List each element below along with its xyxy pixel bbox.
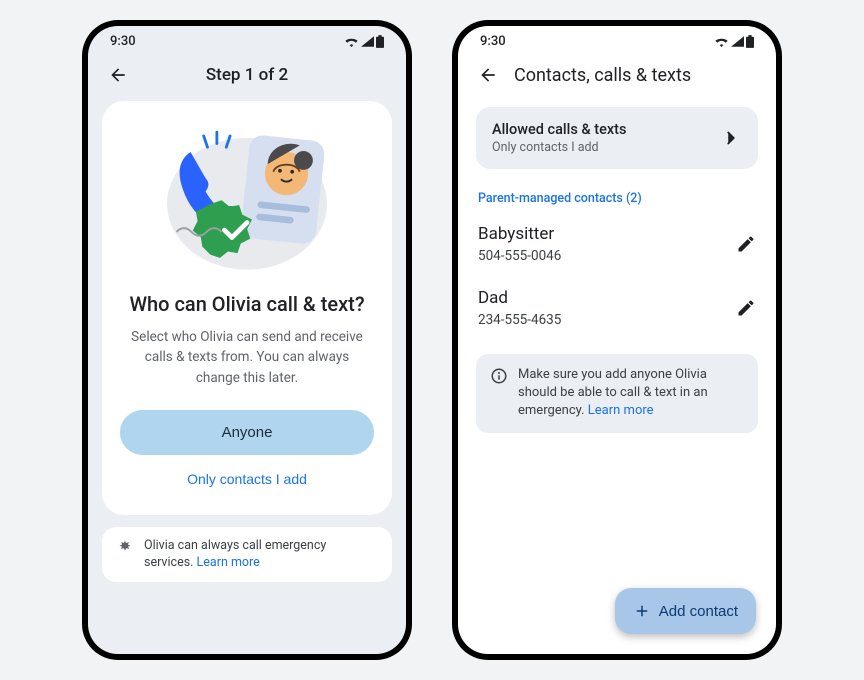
plus-icon — [633, 602, 651, 620]
emergency-info-box: Make sure you add anyone Olivia should b… — [476, 354, 758, 433]
cell-signal-icon — [731, 36, 744, 47]
allowed-calls-row[interactable]: Allowed calls & texts Only contacts I ad… — [476, 107, 758, 169]
status-time: 9:30 — [480, 34, 506, 49]
wifi-icon — [344, 36, 359, 47]
contact-phone: 234-555-4635 — [478, 312, 736, 328]
chevron-right-icon — [720, 127, 742, 149]
allowed-calls-text: Allowed calls & texts Only contacts I ad… — [492, 121, 720, 155]
header: Contacts, calls & texts — [458, 53, 776, 101]
parent-managed-label: Parent-managed contacts (2) — [478, 191, 756, 206]
allowed-calls-sub: Only contacts I add — [492, 140, 720, 155]
emergency-notice-text: Olivia can always call emergency service… — [144, 537, 378, 572]
question-title: Who can Olivia call & text? — [129, 291, 364, 317]
emergency-icon — [116, 539, 134, 557]
content-body: Allowed calls & texts Only contacts I ad… — [458, 101, 776, 654]
screen-left: 9:30 Step 1 of 2 — [88, 26, 406, 654]
emergency-learn-more-link[interactable]: Learn more — [197, 555, 260, 570]
contact-phone: 504-555-0046 — [478, 248, 736, 264]
status-icons — [344, 35, 384, 48]
battery-icon — [746, 35, 754, 48]
battery-icon — [376, 35, 384, 48]
emergency-info-text: Make sure you add anyone Olivia should b… — [518, 366, 744, 421]
cell-signal-icon — [361, 36, 374, 47]
phone-frame-left: 9:30 Step 1 of 2 — [82, 20, 412, 660]
screen-right: 9:30 Contacts, calls & texts Allowed cal… — [458, 26, 776, 654]
phone-frame-right: 9:30 Contacts, calls & texts Allowed cal… — [452, 20, 782, 660]
emergency-notice: Olivia can always call emergency service… — [102, 527, 392, 582]
back-button[interactable] — [476, 63, 500, 87]
add-contact-button[interactable]: Add contact — [615, 588, 756, 634]
info-learn-more-link[interactable]: Learn more — [588, 403, 654, 418]
add-contact-label: Add contact — [659, 603, 738, 620]
edit-icon[interactable] — [736, 298, 756, 318]
contact-row[interactable]: Babysitter 504-555-0046 — [476, 212, 758, 276]
wifi-icon — [714, 36, 729, 47]
contact-row[interactable]: Dad 234-555-4635 — [476, 276, 758, 340]
allowed-calls-title: Allowed calls & texts — [492, 121, 720, 138]
status-icons — [714, 35, 754, 48]
contact-name: Babysitter — [478, 224, 736, 244]
only-contacts-button[interactable]: Only contacts I add — [120, 455, 374, 491]
status-bar: 9:30 — [88, 26, 406, 53]
illustration — [152, 119, 342, 279]
step-indicator: Step 1 of 2 — [106, 65, 388, 85]
info-icon — [490, 367, 508, 385]
main-card: Who can Olivia call & text? Select who O… — [102, 101, 392, 515]
anyone-button[interactable]: Anyone — [120, 410, 374, 455]
page-title: Contacts, calls & texts — [514, 65, 691, 86]
header: Step 1 of 2 — [88, 53, 406, 101]
contact-name: Dad — [478, 288, 736, 308]
status-bar: 9:30 — [458, 26, 776, 53]
status-time: 9:30 — [110, 34, 136, 49]
edit-icon[interactable] — [736, 234, 756, 254]
question-subtitle: Select who Olivia can send and receive c… — [120, 327, 374, 388]
back-arrow-icon — [478, 65, 498, 85]
